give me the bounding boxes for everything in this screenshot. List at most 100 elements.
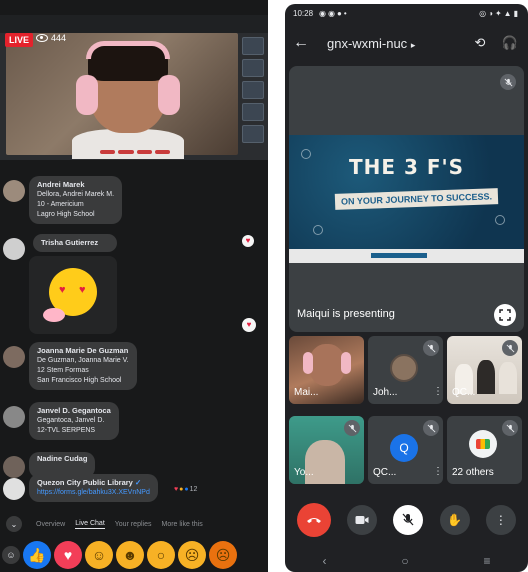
commenter-name[interactable]: Janvel D. Gegantoca [37, 406, 111, 416]
chat-message[interactable]: Andrei Marek Dellora, Andrei Marek M. 10… [0, 176, 123, 224]
chat-message[interactable]: Janvel D. Gegantoca Gegantoca, Janvel D.… [0, 402, 119, 440]
participant-tile[interactable]: QC... [447, 336, 522, 404]
others-count: 22 others [452, 467, 494, 478]
notification-icons: ◉◉●• [319, 8, 349, 18]
angry-reaction-button[interactable]: ☹ [209, 541, 237, 569]
mic-off-icon [423, 340, 439, 356]
chat-bubble: Janvel D. Gegantoca Gegantoca, Janvel D.… [29, 402, 119, 440]
fullscreen-button[interactable] [494, 304, 516, 326]
reaction-count: 12 [189, 486, 198, 493]
participant-tile[interactable]: Q QC... ⋮ [368, 416, 443, 484]
mic-toggle-button[interactable] [393, 505, 424, 535]
tab-live-chat[interactable]: Live Chat [75, 520, 105, 529]
verified-icon: ✓ [134, 478, 142, 487]
haha-reaction-button[interactable]: ☻ [116, 541, 144, 569]
hand-icon: ✋ [447, 513, 463, 527]
pinned-comment[interactable]: Quezon City Public Library ✓ https://for… [0, 474, 158, 502]
others-tile[interactable]: 22 others [447, 416, 522, 484]
meet-header: ← gnx-wxmi-nuc ▸ ⟲ 🎧 [285, 28, 528, 58]
end-call-button[interactable] [297, 503, 332, 537]
love-reaction-button[interactable]: ♥ [54, 541, 82, 569]
like-icon: ● [184, 486, 189, 493]
nav-home-icon[interactable]: ○ [401, 554, 408, 568]
video-camera-icon [355, 516, 369, 524]
chevron-down-icon[interactable]: ⌄ [6, 516, 22, 532]
mic-off-icon [502, 340, 518, 356]
live-badge: LIVE [5, 33, 34, 47]
nav-back-icon[interactable]: ‹ [322, 554, 326, 568]
slide-subtitle: ON YOUR JOURNEY TO SUCCESS. [334, 188, 499, 210]
commenter-name[interactable]: Joanna Marie De Guzman [37, 346, 129, 356]
chat-bubble: Andrei Marek Dellora, Andrei Marek M. 10… [29, 176, 123, 224]
meeting-code[interactable]: gnx-wxmi-nuc ▸ [327, 36, 415, 51]
audio-output-icon[interactable]: 🎧 [500, 33, 520, 53]
chat-bubble: Quezon City Public Library ✓ https://for… [29, 474, 158, 502]
link-reaction-summary[interactable]: ♥ ● ● 12 [174, 486, 197, 493]
participant-tile[interactable]: Mai... [289, 336, 364, 404]
comment-line: De Guzman, Joanna Marie V. [37, 357, 129, 364]
form-link[interactable]: https://forms.gle/bahku3X.XEVnNPd [37, 488, 150, 498]
comment-line: Lagro High School [37, 211, 95, 218]
back-arrow-icon[interactable]: ← [293, 34, 313, 52]
library-logo-icon [469, 430, 497, 458]
video-window-titlebar [0, 15, 268, 33]
avatar[interactable] [3, 180, 25, 202]
viewer-count: 444 [36, 33, 66, 43]
chat-message[interactable]: Joanna Marie De Guzman De Guzman, Joanna… [0, 342, 137, 390]
participant-name: Joh... [373, 387, 398, 398]
comment-icon[interactable]: ☺ [2, 546, 20, 564]
heart-reaction-icon [242, 235, 254, 247]
chat-bubble: Trisha Gutierrez [33, 234, 117, 252]
comment-line: 12-TVL SERPENS [37, 427, 96, 434]
participant-avatar: Q [390, 434, 418, 462]
commenter-name[interactable]: Trisha Gutierrez [41, 238, 109, 248]
tab-overview[interactable]: Overview [36, 521, 65, 528]
nav-recents-icon[interactable]: ≡ [484, 554, 491, 568]
tab-your-replies[interactable]: Your replies [115, 521, 152, 528]
participant-face [309, 344, 345, 386]
phone-hangup-icon [307, 518, 322, 523]
mic-off-icon [402, 513, 414, 526]
sad-reaction-button[interactable]: ☹ [178, 541, 206, 569]
comment-line: 10 - Americium [37, 201, 84, 208]
participant-name: QC... [452, 387, 476, 398]
commenter-name[interactable]: Quezon City Public Library [37, 478, 133, 487]
slide-title: THE 3 F'S [348, 155, 465, 179]
wow-reaction-button[interactable]: ○ [147, 541, 175, 569]
status-time: 10:28 [293, 8, 314, 18]
like-reaction-button[interactable]: 👍 [23, 541, 51, 569]
switch-camera-icon[interactable]: ⟲ [470, 33, 490, 53]
more-vert-icon: ⋮ [494, 513, 507, 527]
more-options-button[interactable]: ⋮ [485, 505, 516, 535]
tab-more-like-this[interactable]: More like this [161, 521, 202, 528]
commenter-name[interactable]: Nadine Cudag [37, 454, 87, 464]
participant-tile[interactable]: Joh... ⋮ [368, 336, 443, 404]
avatar[interactable] [3, 406, 25, 428]
more-options-icon[interactable]: ⋮ [433, 386, 443, 398]
viewer-count-value: 444 [51, 33, 67, 43]
comment-line: San Francisco High School [37, 377, 122, 384]
participant-tile[interactable]: Yo... [289, 416, 364, 484]
care-reaction-button[interactable]: ☺ [85, 541, 113, 569]
avatar[interactable] [3, 478, 25, 500]
more-options-icon[interactable]: ⋮ [433, 466, 443, 478]
participant-figure [499, 362, 517, 394]
participant-avatar [390, 354, 418, 382]
avatar[interactable] [3, 238, 25, 260]
mic-off-icon [344, 420, 360, 436]
chat-message[interactable]: Quezon City Public Library ✓ https://for… [0, 474, 268, 504]
care-icon: ● [179, 486, 184, 493]
streamer-figure [72, 41, 184, 159]
system-icons: ◎◑✦▲▮ [479, 8, 520, 18]
commenter-name[interactable]: Andrei Marek [37, 180, 114, 190]
commenter-name-row[interactable]: Quezon City Public Library ✓ [37, 478, 150, 488]
participant-name: Mai... [294, 387, 319, 398]
chat-message[interactable]: Trisha Gutierrez ♥ ♥ [0, 234, 117, 334]
avatar[interactable] [3, 346, 25, 368]
raise-hand-button[interactable]: ✋ [439, 505, 470, 535]
video-participant-thumbnails [242, 37, 264, 147]
heart-icon: ♥ [79, 284, 86, 296]
chat-tabs: ⌄ Overview Live Chat Your replies More l… [0, 512, 268, 536]
presentation-tile[interactable]: THE 3 F'S ON YOUR JOURNEY TO SUCCESS. Ma… [289, 66, 524, 332]
camera-toggle-button[interactable] [347, 505, 378, 535]
